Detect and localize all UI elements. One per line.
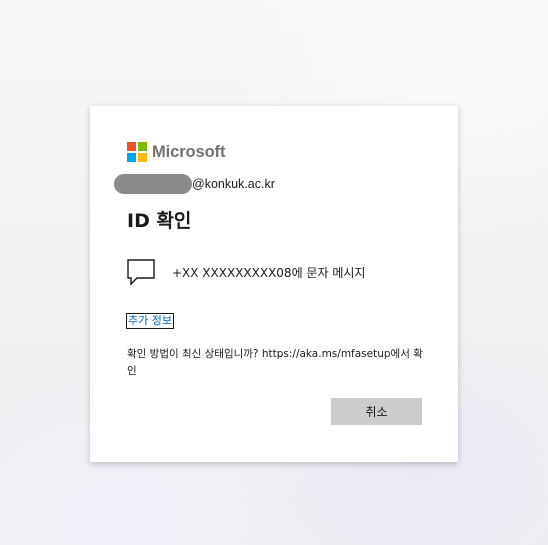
verification-info-text: 확인 방법이 최신 상태입니까? https://aka.ms/mfasetup… — [127, 348, 423, 377]
logo-square-red — [127, 142, 136, 151]
cancel-button[interactable]: 취소 — [331, 398, 422, 425]
sign-in-dialog: Microsoft @konkuk.ac.kr ID 확인 +XX XXXXXX… — [90, 106, 458, 462]
logo-square-green — [138, 142, 147, 151]
verify-option-label: +XX XXXXXXXXX08에 문자 메시지 — [172, 265, 366, 280]
microsoft-logo-text: Microsoft — [152, 142, 226, 161]
more-info-link[interactable]: 추가 정보 — [126, 313, 174, 329]
microsoft-logo: Microsoft — [127, 142, 225, 162]
account-email-domain: @konkuk.ac.kr — [192, 177, 275, 191]
logo-square-yellow — [138, 153, 147, 162]
chat-bubble-icon — [127, 259, 155, 286]
logo-square-blue — [127, 153, 136, 162]
redacted-username — [114, 174, 192, 194]
account-identity: @konkuk.ac.kr — [114, 174, 275, 194]
microsoft-logo-icon — [127, 142, 147, 162]
page-title: ID 확인 — [127, 210, 192, 232]
verify-option-text-message[interactable]: +XX XXXXXXXXX08에 문자 메시지 — [126, 254, 446, 290]
